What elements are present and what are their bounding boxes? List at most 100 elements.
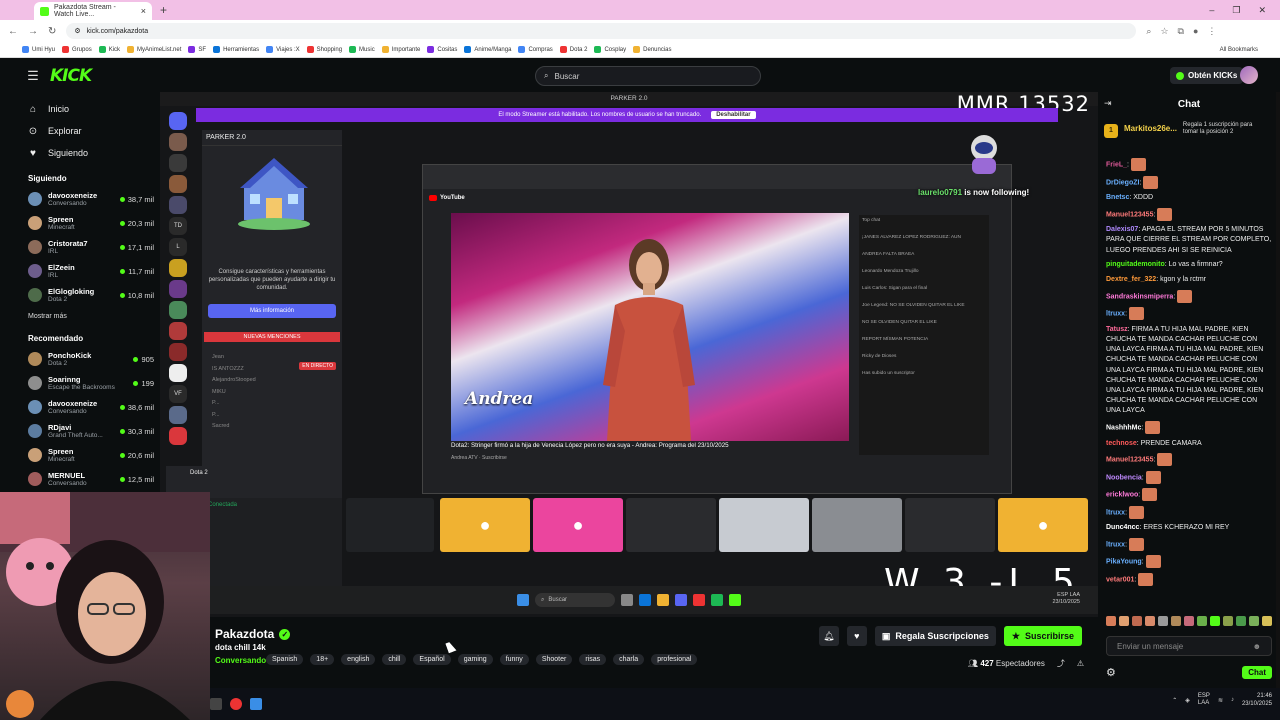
emote-icon[interactable] bbox=[1158, 616, 1168, 626]
bookmark-item[interactable]: Shopping bbox=[306, 46, 342, 53]
get-kicks-button[interactable]: Obtén KICKs bbox=[1170, 67, 1244, 84]
chat-username[interactable]: vetar001 bbox=[1106, 576, 1134, 583]
emote-icon[interactable] bbox=[1119, 616, 1129, 626]
search-input[interactable]: ⌕ Buscar bbox=[535, 66, 761, 86]
sidebar-channel[interactable]: RDjavi Grand Theft Auto... 30,3 mil bbox=[18, 419, 160, 443]
volume-icon[interactable]: ♪ bbox=[1231, 697, 1234, 703]
chat-username[interactable]: Manuel123455 bbox=[1106, 211, 1153, 218]
sidebar-channel[interactable]: davooxeneize Conversando 38,7 mil bbox=[18, 187, 160, 211]
notifications-bell-icon[interactable]: 🔔︎ bbox=[818, 626, 839, 646]
emote-icon[interactable] bbox=[1249, 616, 1259, 626]
sidebar-channel[interactable]: ElGlogloking Dota 2 10,8 mil bbox=[18, 283, 160, 307]
tag-chip[interactable]: 18+ bbox=[310, 654, 335, 665]
bookmark-item[interactable]: Viajes :X bbox=[266, 46, 300, 53]
chat-username[interactable]: technose bbox=[1106, 440, 1137, 447]
pinned-user[interactable]: Markitos26e... bbox=[1124, 124, 1177, 133]
extensions-icon[interactable]: ⧉ bbox=[1178, 26, 1184, 37]
tag-chip[interactable]: gaming bbox=[457, 654, 493, 665]
gift-subs-button[interactable]: ▣ Regala Suscripciones bbox=[874, 626, 996, 646]
chat-username[interactable]: Noobencia bbox=[1106, 474, 1142, 481]
tag-chip[interactable]: funny bbox=[499, 654, 529, 665]
channel-name[interactable]: Pakazdota bbox=[215, 627, 274, 641]
sidebar-channel[interactable]: davooxeneize Conversando 38,6 mil bbox=[18, 395, 160, 419]
menu-icon[interactable]: ⋮ bbox=[1207, 26, 1216, 37]
tag-chip[interactable]: charla bbox=[613, 654, 645, 665]
chat-username[interactable]: Sandraskinsmiperra bbox=[1106, 293, 1173, 300]
chat-username[interactable]: NashhhMc bbox=[1106, 424, 1141, 431]
all-bookmarks[interactable]: All Bookmarks bbox=[1220, 47, 1258, 53]
tag-chip[interactable]: Spanish bbox=[266, 654, 304, 665]
emote-icon[interactable] bbox=[1236, 616, 1246, 626]
bookmark-item[interactable]: Cosplay bbox=[594, 46, 626, 53]
chat-username[interactable]: Tatusz bbox=[1106, 326, 1128, 333]
bookmark-item[interactable]: Denuncias bbox=[633, 46, 672, 53]
sidebar-channel[interactable]: Soarinng Escape the Backrooms 199 bbox=[18, 371, 160, 395]
chrome-icon[interactable] bbox=[230, 698, 242, 710]
chat-message-input[interactable]: Enviar un mensaje ☻ bbox=[1106, 636, 1272, 656]
bookmark-item[interactable]: Dota 2 bbox=[559, 46, 587, 53]
hamburger-menu-icon[interactable]: ☰ bbox=[18, 68, 48, 84]
emote-icon[interactable] bbox=[1171, 616, 1181, 626]
forward-icon[interactable]: → bbox=[28, 26, 38, 37]
tag-chip[interactable]: Shooter bbox=[535, 654, 573, 665]
video-player[interactable]: PARKER 2.0 MMR 13532 El modo Streamer es… bbox=[160, 92, 1098, 617]
chat-username[interactable]: Dextre_fer_322 bbox=[1106, 276, 1156, 283]
browser-tab-active[interactable]: Pakazdota Stream - Watch Live... × bbox=[34, 2, 152, 20]
wifi-icon[interactable]: ≋ bbox=[1218, 697, 1223, 704]
emoji-icon[interactable]: ☻ bbox=[1253, 642, 1261, 651]
chat-username[interactable]: FrieL_ bbox=[1106, 161, 1127, 168]
chat-username[interactable]: Bnetsc bbox=[1106, 194, 1129, 201]
chat-username[interactable]: Manuel123455 bbox=[1106, 457, 1153, 464]
tag-chip[interactable]: chill bbox=[382, 654, 407, 665]
site-info-icon[interactable]: ⚙ bbox=[74, 27, 80, 35]
back-icon[interactable]: ← bbox=[8, 26, 18, 37]
emote-icon[interactable] bbox=[1197, 616, 1207, 626]
chat-username[interactable]: ericklwoo bbox=[1106, 492, 1138, 499]
report-icon[interactable]: ⚠ bbox=[1077, 659, 1084, 668]
bookmark-item[interactable]: Importante bbox=[381, 46, 420, 53]
bookmark-item[interactable]: Kick bbox=[98, 46, 120, 53]
chevron-up-icon[interactable]: ⌃ bbox=[1172, 697, 1177, 704]
close-window-icon[interactable]: ✕ bbox=[1258, 5, 1266, 16]
minimize-icon[interactable]: – bbox=[1209, 5, 1214, 16]
bookmark-star-icon[interactable]: ☆ bbox=[1160, 26, 1168, 37]
chat-username[interactable]: DrDiegoZI bbox=[1106, 179, 1139, 186]
tag-chip[interactable]: Español bbox=[413, 654, 451, 665]
tag-chip[interactable]: profesional bbox=[651, 654, 698, 665]
maximize-icon[interactable]: ❐ bbox=[1232, 5, 1240, 16]
os-clock[interactable]: 21:46 23/10/2025 bbox=[1242, 692, 1272, 708]
sidebar-item-explorar[interactable]: ⊙ Explorar bbox=[18, 120, 160, 142]
chat-send-button[interactable]: Chat bbox=[1242, 665, 1272, 679]
chat-username[interactable]: Dalexis07 bbox=[1106, 226, 1138, 233]
bookmark-item[interactable]: MyAnimeList.net bbox=[127, 46, 181, 53]
sidebar-item-inicio[interactable]: ⌂ Inicio bbox=[18, 98, 160, 120]
user-avatar[interactable] bbox=[1240, 66, 1258, 84]
emote-icon[interactable] bbox=[1145, 616, 1155, 626]
taskbar-app-icon[interactable] bbox=[250, 698, 262, 710]
profile-icon[interactable]: ● bbox=[1193, 26, 1198, 37]
chat-username[interactable]: Dunc4ncc bbox=[1106, 524, 1139, 531]
os-lang[interactable]: ESP LAA bbox=[1198, 693, 1210, 707]
sidebar-channel[interactable]: ElZeein IRL 11,7 mil bbox=[18, 259, 160, 283]
bookmark-item[interactable]: Music bbox=[349, 46, 375, 53]
bookmark-item[interactable]: Umi Hyu bbox=[22, 46, 55, 53]
tag-chip[interactable]: risas bbox=[579, 654, 607, 665]
show-more-link[interactable]: Mostrar más bbox=[18, 307, 160, 324]
subscribe-button[interactable]: ★ Suscribirse bbox=[1003, 626, 1082, 646]
zoom-icon[interactable]: ⌕ bbox=[1146, 26, 1151, 37]
sidebar-channel[interactable]: Spreen Minecraft 20,3 mil bbox=[18, 211, 160, 235]
bookmark-item[interactable]: Herramientas bbox=[213, 46, 259, 53]
emote-icon[interactable] bbox=[1132, 616, 1142, 626]
chat-username[interactable]: ltruxx bbox=[1106, 541, 1125, 548]
chat-username[interactable]: ltruxx bbox=[1106, 311, 1125, 318]
emote-icon[interactable] bbox=[1262, 616, 1272, 626]
network-icon[interactable]: ◈ bbox=[1185, 697, 1190, 704]
bookmark-item[interactable]: SF bbox=[188, 46, 206, 53]
close-icon[interactable]: × bbox=[141, 6, 146, 16]
chat-username[interactable]: ltruxx bbox=[1106, 509, 1125, 516]
emote-icon[interactable] bbox=[1210, 616, 1220, 626]
page-scrollbar[interactable] bbox=[1276, 92, 1280, 688]
tag-chip[interactable]: english bbox=[341, 654, 376, 665]
reload-icon[interactable]: ↻ bbox=[48, 26, 56, 37]
emote-icon[interactable] bbox=[1106, 616, 1116, 626]
